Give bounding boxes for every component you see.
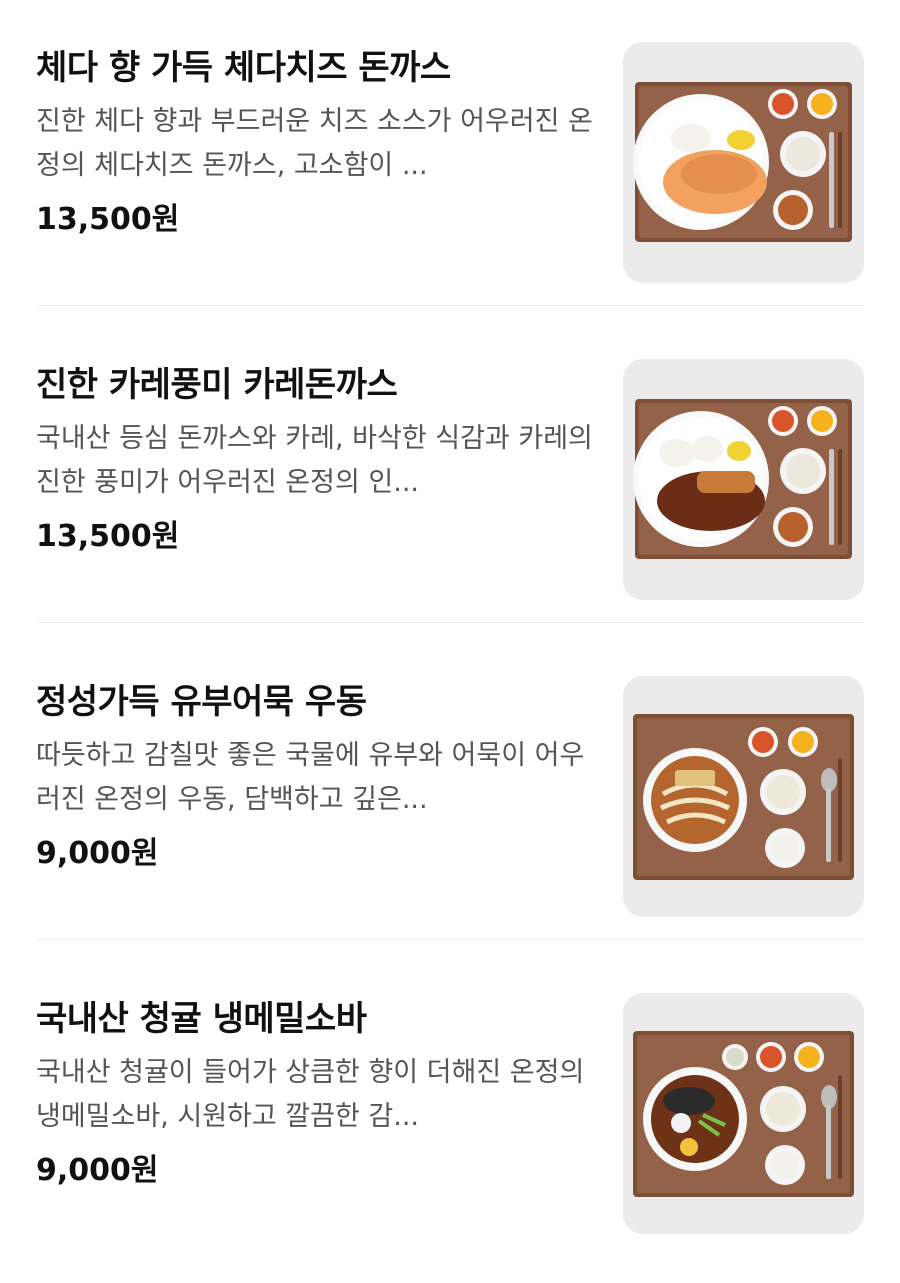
divider	[36, 305, 864, 306]
menu-item-price: 13,500원	[36, 519, 180, 554]
menu-item-curry-tonkatsu[interactable]: 진한 카레풍미 카레돈까스 국내산 등심 돈까스와 카레, 바삭한 식감과 카레…	[36, 333, 864, 649]
menu-item-title: 진한 카레풍미 카레돈까스	[36, 365, 398, 405]
menu-item-title: 정성가득 유부어묵 우동	[36, 682, 367, 722]
menu-item-fishcake-udon[interactable]: 정성가득 유부어묵 우동 따듯하고 감칠맛 좋은 국물에 유부와 어묵이 어우러…	[36, 650, 864, 966]
divider	[36, 939, 864, 940]
curry-tonkatsu-photo	[623, 359, 864, 600]
menu-item-photo[interactable]	[623, 676, 864, 917]
menu-item-price: 9,000원	[36, 836, 159, 871]
menu-item-price: 9,000원	[36, 1153, 159, 1188]
menu-item-description: 국내산 청귤이 들어가 상큼한 향이 더해진 온정의 냉메밀소바, 시원하고 깔…	[36, 1057, 585, 1132]
menu-item-title: 국내산 청귤 냉메밀소바	[36, 999, 367, 1039]
menu-item-cold-soba[interactable]: 국내산 청귤 냉메밀소바 국내산 청귤이 들어가 상큼한 향이 더해진 온정의 …	[36, 967, 864, 1283]
menu-item-photo[interactable]	[623, 359, 864, 600]
menu-item-description: 따듯하고 감칠맛 좋은 국물에 유부와 어묵이 어우러진 온정의 우동, 담백하…	[36, 740, 585, 815]
cold-soba-photo	[623, 993, 864, 1234]
menu-item-photo[interactable]	[623, 993, 864, 1234]
menu-item-title: 체다 향 가득 체다치즈 돈까스	[36, 48, 451, 88]
menu-item-cheddar-tonkatsu[interactable]: 체다 향 가득 체다치즈 돈까스 진한 체다 향과 부드러운 치즈 소스가 어우…	[36, 16, 864, 332]
menu-item-photo[interactable]	[623, 42, 864, 283]
menu-item-description: 국내산 등심 돈까스와 카레, 바삭한 식감과 카레의 진한 풍미가 어우러진 …	[36, 423, 593, 498]
cheddar-cheese-tonkatsu-photo	[623, 42, 864, 283]
divider	[36, 622, 864, 623]
menu-item-price: 13,500원	[36, 202, 180, 237]
fishcake-udon-photo	[623, 676, 864, 917]
menu-item-description: 진한 체다 향과 부드러운 치즈 소스가 어우러진 온정의 체다치즈 돈까스, …	[36, 106, 593, 181]
